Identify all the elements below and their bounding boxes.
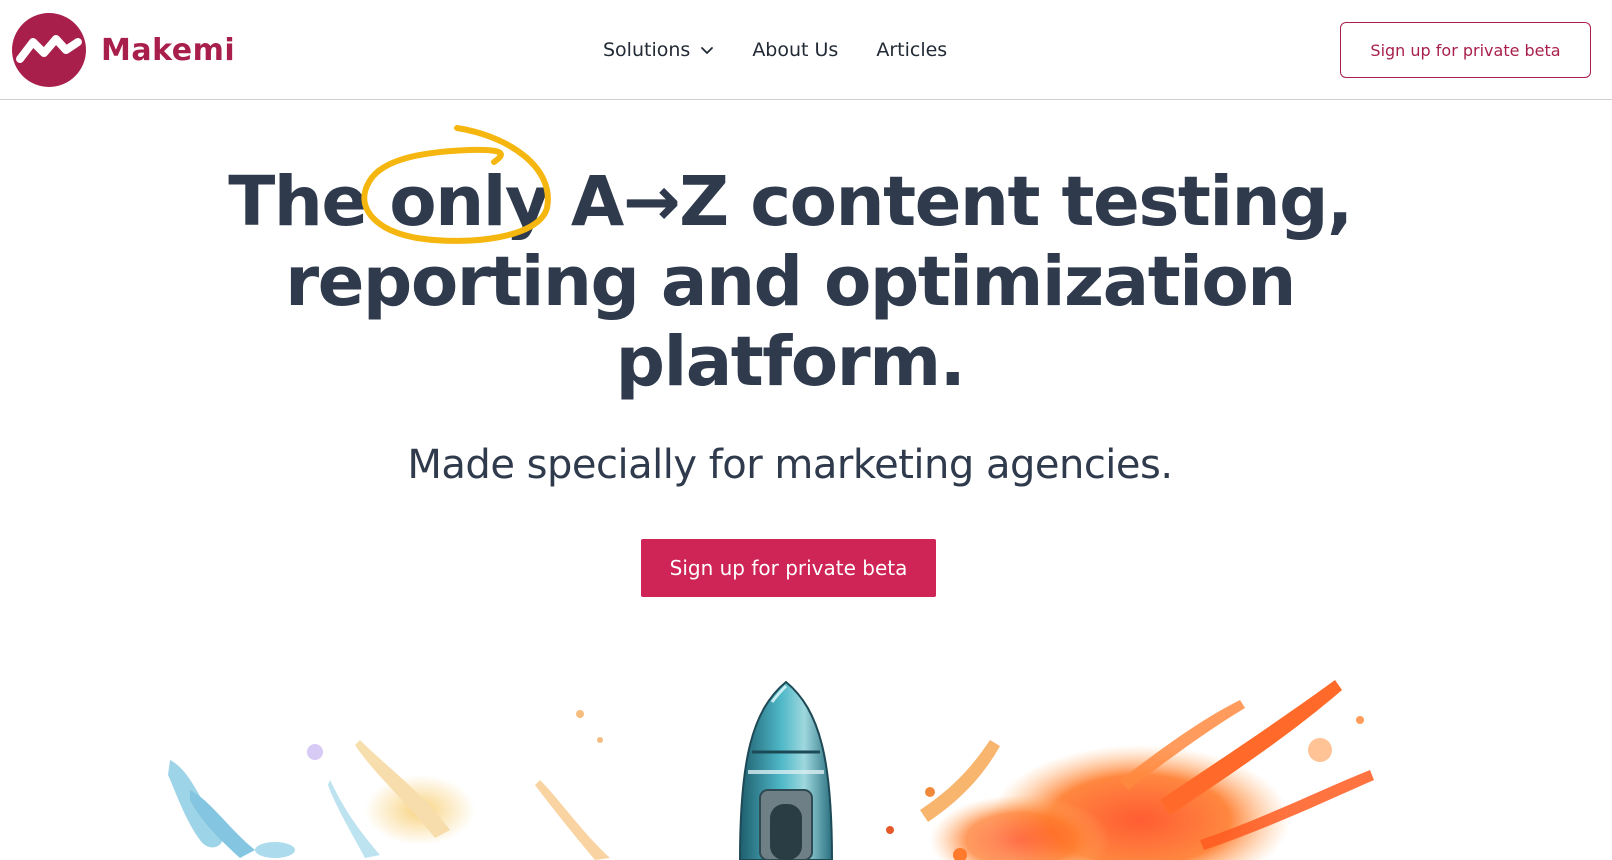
makemi-logo-icon: [12, 13, 86, 87]
nav-item-about-us[interactable]: About Us: [752, 39, 838, 61]
site-header: Makemi Solutions About Us Articles Sign …: [0, 0, 1612, 100]
nav-item-label: Solutions: [603, 39, 691, 61]
header-signup-button[interactable]: Sign up for private beta: [1340, 22, 1591, 78]
rocket-icon: [738, 680, 834, 860]
headline-line-3: platform.: [615, 322, 966, 402]
brand-logo-link[interactable]: Makemi: [11, 12, 235, 88]
highlighted-word: only: [361, 125, 552, 244]
headline-line-1: The only A→Z content testing,: [156, 125, 1424, 244]
headline-text: A→Z content testing,: [548, 162, 1353, 242]
hero-headline: The only A→Z content testing, reporting …: [156, 125, 1424, 402]
main-nav: Solutions About Us Articles: [603, 30, 947, 70]
nav-item-solutions[interactable]: Solutions: [603, 39, 714, 61]
blue-paint-splash: [168, 744, 380, 858]
hero-subheadline: Made specially for marketing agencies.: [407, 442, 1173, 488]
chevron-down-icon: [701, 47, 714, 54]
orange-paint-splash: [886, 680, 1374, 860]
hero-illustration: [160, 680, 1415, 860]
headline-text: The: [228, 162, 390, 242]
hero-signup-button[interactable]: Sign up for private beta: [641, 539, 936, 597]
highlighted-word-text: only: [389, 162, 550, 242]
brand-name: Makemi: [101, 32, 236, 68]
yellow-paint-splash: [355, 710, 610, 860]
nav-item-label: Articles: [876, 39, 948, 61]
nav-item-label: About Us: [752, 39, 839, 61]
nav-item-articles[interactable]: Articles: [876, 39, 947, 61]
headline-line-2: reporting and optimization: [285, 242, 1296, 322]
rocket-splash-illustration: [168, 680, 1374, 860]
